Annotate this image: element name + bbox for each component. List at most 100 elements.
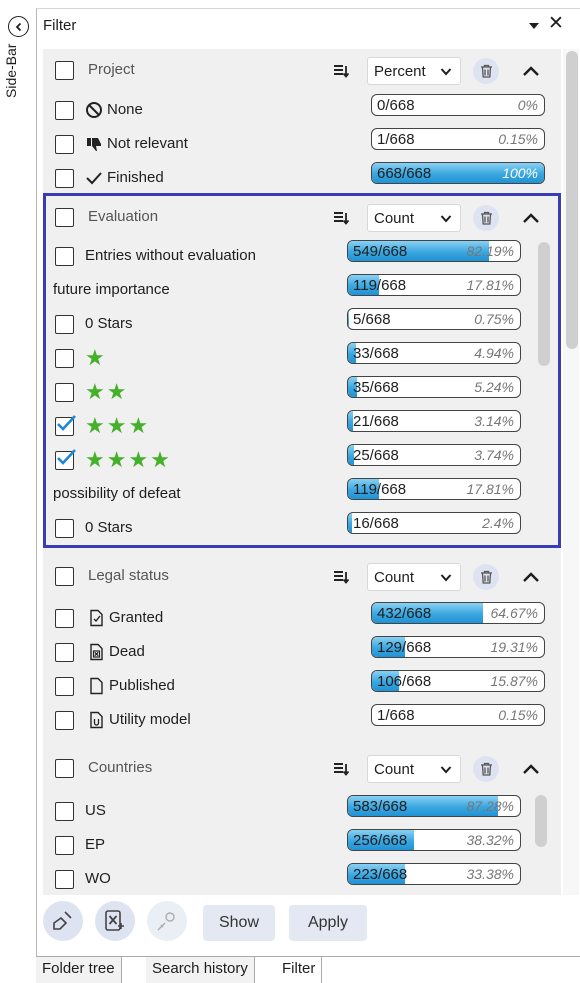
mode-select-countries[interactable]: Count — [367, 755, 461, 783]
count-bar: 1/668 0.15% — [371, 704, 545, 726]
chevron-down-icon — [440, 214, 452, 224]
list-item[interactable]: EP 256/668 38.32% — [43, 829, 561, 863]
clear-group-button[interactable] — [473, 58, 499, 84]
sidebar-label[interactable]: Side-Bar — [3, 44, 33, 134]
percent-value: 5.24% — [474, 379, 514, 395]
clear-group-button[interactable] — [473, 564, 499, 590]
checkbox[interactable] — [55, 519, 74, 538]
list-item[interactable]: US 583/668 87.28% — [43, 795, 561, 829]
checkbox[interactable] — [55, 101, 74, 120]
list-item[interactable]: Dead 129/668 19.31% — [43, 636, 561, 670]
filter-content: Project Percent None 0/668 0% No — [43, 49, 561, 895]
checkbox[interactable] — [55, 836, 74, 855]
collapse-sidebar-button[interactable] — [8, 16, 29, 37]
checkbox[interactable] — [55, 383, 74, 402]
chevron-up-icon[interactable] — [521, 570, 541, 584]
checkbox-project[interactable] — [55, 61, 74, 80]
chevron-down-icon — [440, 573, 452, 583]
panel-scrollbar[interactable] — [563, 49, 579, 895]
filter-footer: Show Apply — [43, 897, 563, 949]
count-bar: 0/668 0% — [371, 94, 545, 116]
list-item[interactable]: ★★ 35/668 5.24% — [43, 376, 561, 410]
row-label: Not relevant — [107, 135, 188, 152]
chevron-up-icon[interactable] — [521, 762, 541, 776]
sort-icon[interactable] — [333, 761, 349, 777]
list-item[interactable]: ★★★★ 25/668 3.74% — [43, 444, 561, 478]
mode-value: Count — [374, 569, 414, 586]
count-value: 1/668 — [377, 131, 415, 148]
list-item[interactable]: Finished 668/668 100% — [43, 162, 561, 196]
list-item[interactable]: WO 223/668 33.38% — [43, 863, 561, 897]
dropdown-icon[interactable] — [526, 18, 542, 34]
checkbox[interactable] — [55, 169, 74, 188]
checkbox-legal-status[interactable] — [55, 567, 74, 586]
scrollbar-thumb[interactable] — [538, 242, 550, 366]
chevron-down-icon — [440, 765, 452, 775]
checkbox[interactable] — [55, 870, 74, 889]
count-bar: 119/668 17.81% — [347, 478, 521, 500]
checkbox-checked[interactable] — [55, 451, 74, 470]
checkbox[interactable] — [55, 677, 74, 696]
count-value: 16/668 — [353, 515, 399, 532]
count-value: 5/668 — [353, 311, 391, 328]
clear-filter-button[interactable] — [43, 901, 83, 941]
checkbox[interactable] — [55, 349, 74, 368]
countries-scrollbar[interactable] — [533, 793, 549, 893]
sort-icon[interactable] — [333, 569, 349, 585]
checkbox[interactable] — [55, 315, 74, 334]
trash-icon — [480, 211, 493, 225]
list-item[interactable]: Granted 432/668 64.67% — [43, 602, 561, 636]
scrollbar-thumb[interactable] — [535, 795, 547, 847]
chevron-up-icon[interactable] — [521, 211, 541, 225]
list-item[interactable]: None 0/668 0% — [43, 94, 561, 128]
published-doc-icon — [87, 677, 105, 695]
checkbox[interactable] — [55, 247, 74, 266]
checkbox[interactable] — [55, 802, 74, 821]
mode-select-project[interactable]: Percent — [367, 57, 461, 85]
checkbox-evaluation[interactable] — [55, 208, 74, 227]
granted-doc-icon — [87, 609, 105, 627]
list-item[interactable]: Not relevant 1/668 0.15% — [43, 128, 561, 162]
list-item[interactable]: ★ 33/668 4.94% — [43, 342, 561, 376]
mode-select-evaluation[interactable]: Count — [367, 204, 461, 232]
export-excel-button[interactable] — [95, 901, 135, 941]
count-bar: 549/668 82.19% — [347, 240, 521, 262]
scrollbar-thumb[interactable] — [566, 51, 578, 349]
show-button[interactable]: Show — [203, 905, 275, 941]
list-item[interactable]: Published 106/668 15.87% — [43, 670, 561, 704]
sort-icon[interactable] — [333, 210, 349, 226]
list-item[interactable]: 0 Stars 16/668 2.4% — [43, 512, 561, 546]
percent-value: 17.81% — [467, 277, 514, 293]
percent-value: 64.67% — [491, 605, 538, 621]
clear-group-button[interactable] — [473, 205, 499, 231]
list-item[interactable]: ★★★ 21/668 3.14% — [43, 410, 561, 444]
checkbox-checked[interactable] — [55, 417, 74, 436]
evaluation-scrollbar[interactable] — [536, 240, 552, 540]
count-value: 119/668 — [353, 481, 406, 498]
checkbox[interactable] — [55, 609, 74, 628]
list-item[interactable]: Entries without evaluation 549/668 82.19… — [43, 240, 561, 274]
clear-group-button[interactable] — [473, 756, 499, 782]
chevron-up-icon[interactable] — [521, 64, 541, 78]
mode-select-legal-status[interactable]: Count — [367, 563, 461, 591]
list-item[interactable]: Utility model 1/668 0.15% — [43, 704, 561, 738]
apply-button[interactable]: Apply — [289, 905, 367, 941]
list-item[interactable]: 0 Stars 5/668 0.75% — [43, 308, 561, 342]
tab-filter[interactable]: Filter — [276, 957, 322, 983]
list-item: possibility of defeat 119/668 17.81% — [43, 478, 561, 512]
checkbox-countries[interactable] — [55, 759, 74, 778]
mode-value: Count — [374, 761, 414, 778]
close-icon[interactable]: ✕ — [548, 14, 564, 34]
trash-icon — [480, 570, 493, 584]
tab-search-history[interactable]: Search history — [146, 957, 255, 983]
sort-icon[interactable] — [333, 63, 349, 79]
tab-folder-tree[interactable]: Folder tree — [36, 957, 122, 983]
checkbox[interactable] — [55, 643, 74, 662]
count-bar: 223/668 33.38% — [347, 863, 521, 885]
count-value: 106/668 — [377, 673, 431, 690]
checkbox[interactable] — [55, 711, 74, 730]
settings-button[interactable] — [147, 901, 187, 941]
count-bar: 119/668 17.81% — [347, 274, 521, 296]
checkbox[interactable] — [55, 135, 74, 154]
count-bar: 35/668 5.24% — [347, 376, 521, 398]
